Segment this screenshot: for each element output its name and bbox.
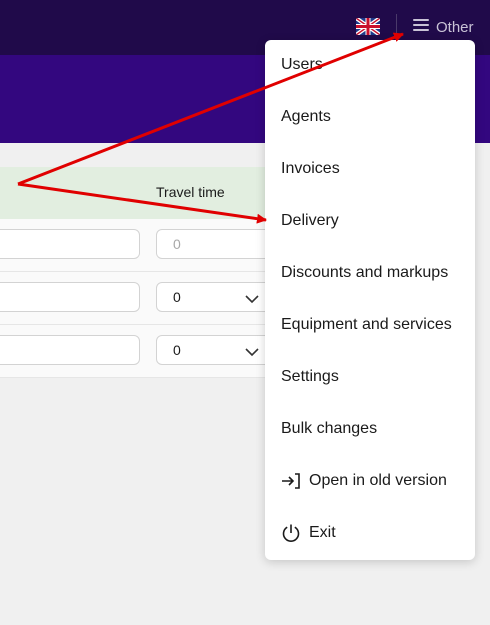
menu-item-label: Open in old version [309, 472, 447, 489]
table-row: 0 [0, 219, 274, 272]
login-arrow-icon [281, 472, 301, 490]
chevron-down-icon [245, 344, 259, 360]
table-row: 0 [0, 325, 274, 378]
menu-item-agents[interactable]: Agents [281, 101, 331, 133]
menu-item-equipment-and-services[interactable]: Equipment and services [281, 309, 452, 341]
menu-item-label: Settings [281, 368, 339, 385]
travel-time-select[interactable]: 0 [156, 282, 274, 312]
table-row: 0 [0, 272, 274, 325]
menu-item-discounts-and-markups[interactable]: Discounts and markups [281, 257, 448, 289]
other-dropdown-menu: Users Agents Invoices Delivery Discounts… [265, 40, 475, 560]
menu-item-label: Discounts and markups [281, 264, 449, 281]
menu-item-label: Users [281, 56, 323, 73]
travel-time-select[interactable]: 0 [156, 335, 274, 365]
menu-item-label: Delivery [281, 212, 339, 229]
uk-flag-icon[interactable] [356, 18, 380, 35]
other-menu-label: Other [436, 18, 474, 36]
text-field[interactable] [0, 229, 140, 259]
travel-time-placeholder: 0 [173, 236, 181, 252]
text-field[interactable] [0, 282, 140, 312]
column-header-travel-time: Travel time [156, 184, 225, 200]
menu-item-users[interactable]: Users [281, 49, 323, 81]
hamburger-icon [412, 18, 430, 37]
other-menu-button[interactable]: Other [412, 13, 484, 41]
header-divider [396, 14, 397, 40]
text-field[interactable] [0, 335, 140, 365]
menu-item-bulk-changes[interactable]: Bulk changes [281, 413, 377, 445]
menu-item-label: Equipment and services [281, 316, 452, 333]
table-header [0, 167, 270, 219]
menu-item-label: Invoices [281, 160, 340, 177]
travel-time-value: 0 [173, 289, 181, 305]
menu-item-invoices[interactable]: Invoices [281, 153, 340, 185]
chevron-down-icon [245, 291, 259, 307]
power-icon [281, 523, 301, 543]
travel-time-input[interactable]: 0 [156, 229, 274, 259]
menu-item-label: Exit [309, 524, 336, 541]
travel-time-value: 0 [173, 342, 181, 358]
menu-item-label: Agents [281, 108, 331, 125]
menu-item-delivery[interactable]: Delivery [281, 205, 339, 237]
menu-item-open-old-version[interactable]: Open in old version [281, 465, 447, 497]
menu-item-exit[interactable]: Exit [281, 517, 336, 549]
menu-item-settings[interactable]: Settings [281, 361, 339, 393]
menu-item-label: Bulk changes [281, 420, 378, 437]
